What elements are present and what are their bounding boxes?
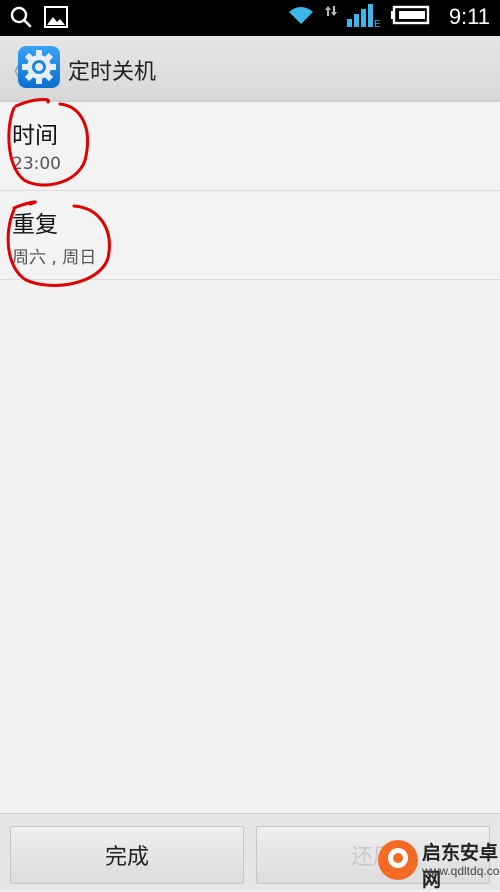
wifi-icon	[287, 4, 315, 30]
item-title: 重复	[12, 212, 58, 238]
action-bar: 《 定时关机	[0, 36, 500, 102]
watermark-logo-icon	[378, 840, 418, 880]
status-bar: E 9:11	[0, 0, 500, 36]
item-title: 时间	[12, 123, 58, 149]
data-arrows-icon	[324, 4, 337, 30]
settings-gear-icon[interactable]	[18, 46, 60, 88]
page-title: 定时关机	[68, 60, 157, 85]
status-time: 9:11	[448, 4, 490, 29]
list-item-repeat[interactable]: 重复 周六 , 周日	[0, 191, 500, 280]
search-icon	[10, 6, 32, 32]
item-value: 23:00	[12, 154, 61, 174]
watermark-url: www.qdltdq.com	[422, 864, 500, 878]
watermark: 启东安卓网 www.qdltdq.com	[360, 832, 500, 891]
settings-list: 时间 23:00 重复 周六 , 周日	[0, 102, 500, 280]
done-button[interactable]: 完成	[10, 826, 244, 884]
battery-icon	[390, 4, 433, 30]
signal-icon: E	[346, 3, 381, 31]
item-value: 周六 , 周日	[12, 248, 97, 268]
network-type-label: E	[374, 19, 381, 27]
image-icon	[44, 6, 68, 32]
list-item-time[interactable]: 时间 23:00	[0, 102, 500, 191]
